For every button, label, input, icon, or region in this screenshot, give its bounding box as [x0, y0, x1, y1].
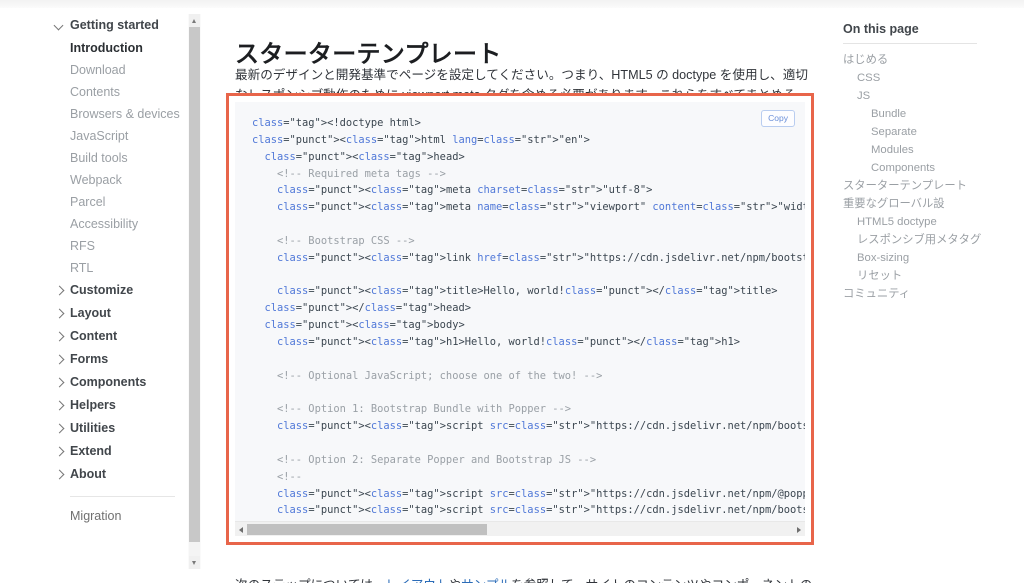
sidebar-item-build-tools[interactable]: Build tools [55, 147, 188, 169]
toc-item[interactable]: はじめる [843, 51, 1024, 69]
sidebar-item-contents[interactable]: Contents [55, 81, 188, 103]
sidebar-group-customize[interactable]: Customize [55, 279, 188, 302]
chevron-right-icon [55, 447, 64, 456]
chevron-right-icon [55, 309, 64, 318]
chevron-right-icon [55, 286, 64, 295]
sidebar-group-components[interactable]: Components [55, 371, 188, 394]
sidebar-item-javascript[interactable]: JavaScript [55, 125, 188, 147]
scroll-right-arrow-icon[interactable] [793, 522, 805, 536]
sidebar-group-about[interactable]: About [55, 463, 188, 486]
footnote-text-middle: や [448, 578, 461, 583]
scroll-down-arrow-icon[interactable] [189, 556, 200, 569]
main-content: スターターテンプレート 最新のデザインと開発基準でページを設定してください。つま… [226, 0, 826, 583]
toc-item[interactable]: CSS [843, 69, 1024, 87]
sidebar-group-label: Content [70, 329, 118, 343]
sidebar-item-accessibility[interactable]: Accessibility [55, 213, 188, 235]
toc-item[interactable]: 重要なグローバル設 [843, 195, 1024, 213]
toc-item[interactable]: JS [843, 87, 1024, 105]
sidebar-divider [70, 496, 175, 497]
documentation-page: Getting started Introduction Download Conte… [0, 0, 1024, 583]
toc-item[interactable]: Components [843, 159, 1024, 177]
sidebar-group-label: Extend [70, 444, 112, 458]
scroll-left-arrow-icon[interactable] [235, 522, 247, 536]
sidebar-item-rfs[interactable]: RFS [55, 235, 188, 257]
code-block: Copy class="tag"><!doctype html> class="… [235, 102, 805, 536]
sidebar-group-label: Helpers [70, 398, 116, 412]
sidebar-item-browsers-devices[interactable]: Browsers & devices [55, 103, 188, 125]
examples-link[interactable]: サンプル [461, 578, 511, 583]
left-sidebar-nav: Getting started Introduction Download Conte… [0, 14, 188, 583]
toc-divider [843, 43, 977, 44]
sidebar-group-helpers[interactable]: Helpers [55, 394, 188, 417]
sidebar-item-migration[interactable]: Migration [55, 505, 188, 527]
sidebar-item-rtl[interactable]: RTL [55, 257, 188, 279]
sidebar-group-label: Customize [70, 283, 134, 297]
toc-item[interactable]: スターターテンプレート [843, 177, 1024, 195]
scroll-up-arrow-icon[interactable] [189, 14, 200, 27]
sidebar-item-download[interactable]: Download [55, 59, 188, 81]
sidebar-group-label: Forms [70, 352, 109, 366]
toc-item[interactable]: HTML5 doctype [843, 213, 1024, 231]
toc-item[interactable]: Modules [843, 141, 1024, 159]
chevron-right-icon [55, 470, 64, 479]
toc-item[interactable]: レスポンシブ用メタタグ [843, 231, 1024, 249]
sidebar-group-label: Getting started [70, 18, 159, 32]
chevron-down-icon [55, 21, 64, 30]
chevron-right-icon [55, 401, 64, 410]
horizontal-scrollbar-thumb[interactable] [247, 524, 487, 535]
sidebar-group-content[interactable]: Content [55, 325, 188, 348]
sidebar-group-getting-started[interactable]: Getting started [55, 14, 188, 37]
toc-item[interactable]: リセット [843, 267, 1024, 285]
toc-item[interactable]: コミュニティ [843, 285, 1024, 303]
sidebar-group-label: Utilities [70, 421, 116, 435]
copy-button[interactable]: Copy [761, 110, 795, 127]
sidebar-group-extend[interactable]: Extend [55, 440, 188, 463]
sidebar-vertical-scrollbar[interactable] [188, 14, 201, 569]
toc-list: はじめる CSS JS Bundle Separate Modules Components… [843, 51, 1024, 303]
toc-item[interactable]: Separate [843, 123, 1024, 141]
sidebar-group-forms[interactable]: Forms [55, 348, 188, 371]
sidebar-group-label: About [70, 467, 107, 481]
footnote-paragraph: 次のステップについては、レイアウトやサンプルを参照して、サイトのコンテンツやコン… [235, 576, 815, 583]
sidebar-item-introduction[interactable]: Introduction [55, 37, 188, 59]
sidebar-group-label: Layout [70, 306, 111, 320]
chevron-right-icon [55, 424, 64, 433]
chevron-right-icon [55, 378, 64, 387]
toc-title: On this page [843, 22, 919, 36]
scrollbar-thumb[interactable] [189, 27, 200, 542]
chevron-right-icon [55, 332, 64, 341]
highlighted-code-region: Copy class="tag"><!doctype html> class="… [226, 93, 814, 545]
code-snippet[interactable]: class="tag"><!doctype html> class="punct… [235, 102, 805, 517]
sidebar-group-layout[interactable]: Layout [55, 302, 188, 325]
footnote-text-before: 次のステップについては、 [235, 578, 386, 583]
toc-item[interactable]: Bundle [843, 105, 1024, 123]
on-this-page-toc: On this page はじめる CSS JS Bundle Separate Modu… [843, 22, 1024, 303]
sidebar-item-webpack[interactable]: Webpack [55, 169, 188, 191]
sidebar-item-parcel[interactable]: Parcel [55, 191, 188, 213]
chevron-right-icon [55, 355, 64, 364]
sidebar-group-label: Components [70, 375, 147, 389]
toc-item[interactable]: Box-sizing [843, 249, 1024, 267]
sidebar-group-utilities[interactable]: Utilities [55, 417, 188, 440]
layout-link[interactable]: レイアウト [386, 578, 449, 583]
code-horizontal-scrollbar[interactable] [235, 521, 805, 536]
